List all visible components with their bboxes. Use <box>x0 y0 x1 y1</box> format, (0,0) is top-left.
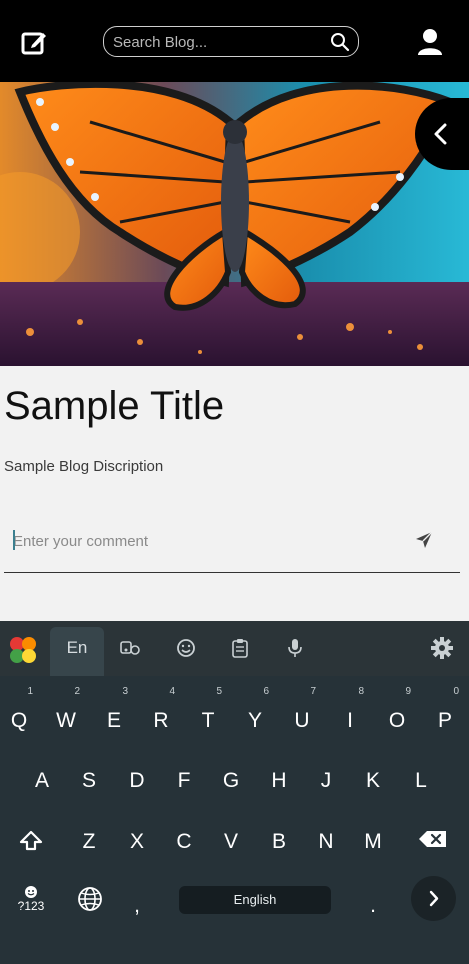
key-w[interactable]: W2 <box>46 686 86 741</box>
search-bar[interactable] <box>103 26 359 57</box>
key-b[interactable]: B <box>259 822 299 862</box>
enter-key[interactable] <box>411 876 456 921</box>
clipboard-icon[interactable] <box>229 637 251 659</box>
user-icon[interactable] <box>415 27 445 57</box>
symbols-key[interactable]: ?123 <box>14 885 48 917</box>
post-description: Sample Blog Discription <box>4 458 164 475</box>
key-f[interactable]: F <box>164 761 204 801</box>
key-k[interactable]: K <box>353 761 393 801</box>
key-v[interactable]: V <box>211 822 251 862</box>
key-comma[interactable]: , <box>117 886 157 926</box>
chevron-right-icon <box>429 890 439 907</box>
key-y[interactable]: Y6 <box>235 686 275 741</box>
key-h[interactable]: H <box>259 761 299 801</box>
key-d[interactable]: D <box>117 761 157 801</box>
settings-gear-icon[interactable] <box>430 636 454 660</box>
key-z[interactable]: Z <box>69 822 109 862</box>
on-screen-keyboard: En Q 1 W 2 E 3 R 4 T 5 Y 6 U 7 I 8 O 9 P… <box>0 621 469 964</box>
key-e[interactable]: E3 <box>94 686 134 741</box>
keyboard-logo-icon[interactable] <box>8 635 38 665</box>
emoji-small-icon <box>25 886 37 898</box>
chevron-left-icon <box>434 123 447 145</box>
key-j[interactable]: J <box>306 761 346 801</box>
send-icon[interactable] <box>414 530 434 550</box>
top-bar <box>0 0 469 82</box>
comment-field[interactable] <box>4 526 460 573</box>
key-r[interactable]: R4 <box>141 686 181 741</box>
key-t[interactable]: T5 <box>188 686 228 741</box>
search-input[interactable] <box>113 32 323 52</box>
edit-icon[interactable] <box>20 29 48 57</box>
keyboard-toolbar: En <box>0 621 469 676</box>
globe-icon[interactable] <box>76 885 104 913</box>
key-a[interactable]: A <box>22 761 62 801</box>
language-tab[interactable]: En <box>50 627 104 676</box>
translate-icon[interactable] <box>119 637 141 659</box>
key-m[interactable]: M <box>353 822 393 862</box>
key-p[interactable]: P0 <box>425 686 465 741</box>
blog-hero-image <box>0 82 469 366</box>
comment-input[interactable] <box>13 530 393 552</box>
key-period[interactable]: . <box>353 886 393 926</box>
key-g[interactable]: G <box>211 761 251 801</box>
key-c[interactable]: C <box>164 822 204 862</box>
space-bar[interactable]: English <box>179 886 331 914</box>
key-u[interactable]: U7 <box>282 686 322 741</box>
text-caret <box>13 530 15 550</box>
key-s[interactable]: S <box>69 761 109 801</box>
shift-icon[interactable] <box>18 829 44 853</box>
key-l[interactable]: L <box>401 761 441 801</box>
search-icon[interactable] <box>330 32 350 52</box>
key-n[interactable]: N <box>306 822 346 862</box>
emoji-icon[interactable] <box>175 637 197 659</box>
microphone-icon[interactable] <box>284 637 306 659</box>
post-title: Sample Title <box>4 384 225 428</box>
key-x[interactable]: X <box>117 822 157 862</box>
key-i[interactable]: I8 <box>330 686 370 741</box>
key-o[interactable]: O9 <box>377 686 417 741</box>
backspace-icon[interactable] <box>418 830 448 848</box>
key-q[interactable]: Q1 <box>0 686 39 741</box>
